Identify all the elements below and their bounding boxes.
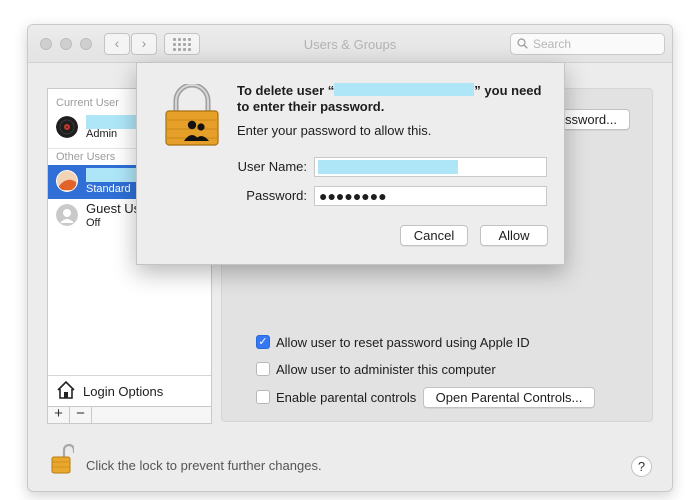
parental-controls-row[interactable]: Enable parental controls	[256, 389, 416, 405]
password-value: ●●●●●●●●	[319, 188, 387, 204]
title-bar: ‹ › Users & Groups Search	[28, 25, 672, 63]
other-users-header: Other Users	[56, 151, 116, 163]
parental-controls-checkbox[interactable]	[256, 390, 270, 404]
authentication-dialog: To delete user “ ” you need to enter thei…	[136, 62, 565, 265]
parental-controls-label: Enable parental controls	[276, 389, 417, 405]
search-icon	[517, 38, 528, 49]
reset-password-label: Allow user to reset password using Apple…	[276, 334, 530, 350]
lock-users-icon	[165, 84, 219, 146]
add-remove-bar: + −	[48, 406, 211, 423]
username-label: User Name:	[237, 159, 307, 174]
guest-user-role: Off	[86, 217, 101, 229]
administer-computer-row[interactable]: Allow user to administer this computer	[256, 361, 496, 377]
login-options-row[interactable]: Login Options	[48, 375, 211, 407]
redacted-username	[86, 115, 136, 129]
add-user-button[interactable]: +	[48, 406, 70, 423]
login-options-label: Login Options	[83, 384, 164, 399]
redacted-username	[334, 83, 475, 96]
current-user-role: Admin	[86, 128, 118, 140]
house-icon	[57, 380, 75, 399]
selected-user-role: Standard	[86, 183, 131, 195]
administer-label: Allow user to administer this computer	[276, 361, 496, 377]
current-user-header: Current User	[56, 97, 119, 109]
reset-password-checkbox[interactable]: ✓	[256, 335, 270, 349]
remove-user-button[interactable]: −	[70, 406, 92, 423]
dialog-subtitle: Enter your password to allow this.	[237, 123, 432, 138]
administer-checkbox[interactable]	[256, 362, 270, 376]
search-placeholder: Search	[533, 37, 572, 51]
dialog-title: To delete user “ ” you need to enter thei…	[237, 83, 557, 115]
reset-password-apple-id-row[interactable]: ✓ Allow user to reset password using App…	[256, 334, 530, 350]
redacted-username-value	[318, 160, 458, 174]
cancel-button[interactable]: Cancel	[400, 225, 468, 246]
search-input[interactable]: Search	[510, 33, 665, 55]
unlocked-padlock-icon[interactable]	[50, 443, 74, 475]
user-photo-avatar-icon	[56, 170, 78, 192]
guest-user-name: Guest Us	[86, 201, 141, 216]
dialog-title-before: To delete user “	[237, 83, 335, 98]
dialog-title-line2: to enter their password.	[237, 99, 385, 114]
redacted-username	[86, 168, 136, 182]
dialog-title-after: ” you need	[474, 83, 542, 98]
open-parental-controls-button[interactable]: Open Parental Controls...	[423, 387, 595, 408]
vinyl-avatar-icon	[56, 116, 78, 138]
guest-avatar-icon	[56, 204, 78, 226]
allow-button[interactable]: Allow	[480, 225, 548, 246]
username-field[interactable]	[314, 157, 547, 177]
password-label: Password:	[246, 188, 307, 203]
lock-status-text: Click the lock to prevent further change…	[86, 458, 322, 473]
help-button[interactable]: ?	[631, 456, 652, 477]
password-field[interactable]: ●●●●●●●●	[314, 186, 547, 206]
